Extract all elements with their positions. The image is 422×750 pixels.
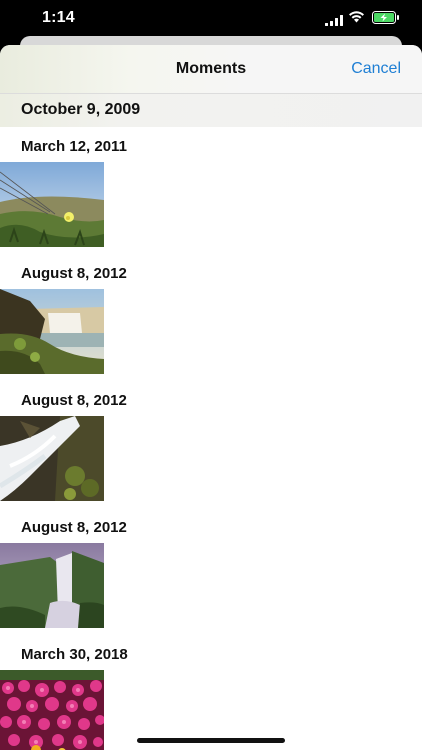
moment-date: March 12, 2011 xyxy=(21,138,127,155)
photo-thumbnail-waterfall-canyon[interactable] xyxy=(0,289,104,374)
photo-thumbnail-tall-waterfall[interactable] xyxy=(0,543,104,628)
moment-section: March 30, 2018 xyxy=(0,635,422,750)
section-date: October 9, 2009 xyxy=(21,101,141,118)
status-time: 1:14 xyxy=(42,9,75,26)
photo-thumbnail-hillside[interactable] xyxy=(0,162,104,247)
moments-sheet: Moments Cancel October 9, 2009 March 12,… xyxy=(0,45,422,750)
cancel-button[interactable]: Cancel xyxy=(351,60,401,78)
home-indicator[interactable] xyxy=(137,738,285,743)
section-header-pinned: October 9, 2009 xyxy=(0,94,422,127)
cellular-signal-icon xyxy=(325,13,343,31)
battery-charging-icon xyxy=(372,11,400,29)
moment-date: March 30, 2018 xyxy=(21,646,128,663)
moment-section: August 8, 2012 xyxy=(0,254,422,381)
moments-list: March 12, 2011 August 8, 2012 August 8, … xyxy=(0,127,422,750)
moment-date: August 8, 2012 xyxy=(21,519,127,536)
photo-thumbnail-cascade[interactable] xyxy=(0,416,104,501)
photo-thumbnail-flowers[interactable] xyxy=(0,670,104,750)
moment-section: August 8, 2012 xyxy=(0,508,422,635)
status-bar: 1:14 xyxy=(0,0,422,40)
navigation-bar: Moments Cancel xyxy=(0,45,422,94)
wifi-icon xyxy=(348,10,365,28)
moment-date: August 8, 2012 xyxy=(21,392,127,409)
moment-date: August 8, 2012 xyxy=(21,265,127,282)
moment-section: March 12, 2011 xyxy=(0,127,422,254)
moment-section: August 8, 2012 xyxy=(0,381,422,508)
